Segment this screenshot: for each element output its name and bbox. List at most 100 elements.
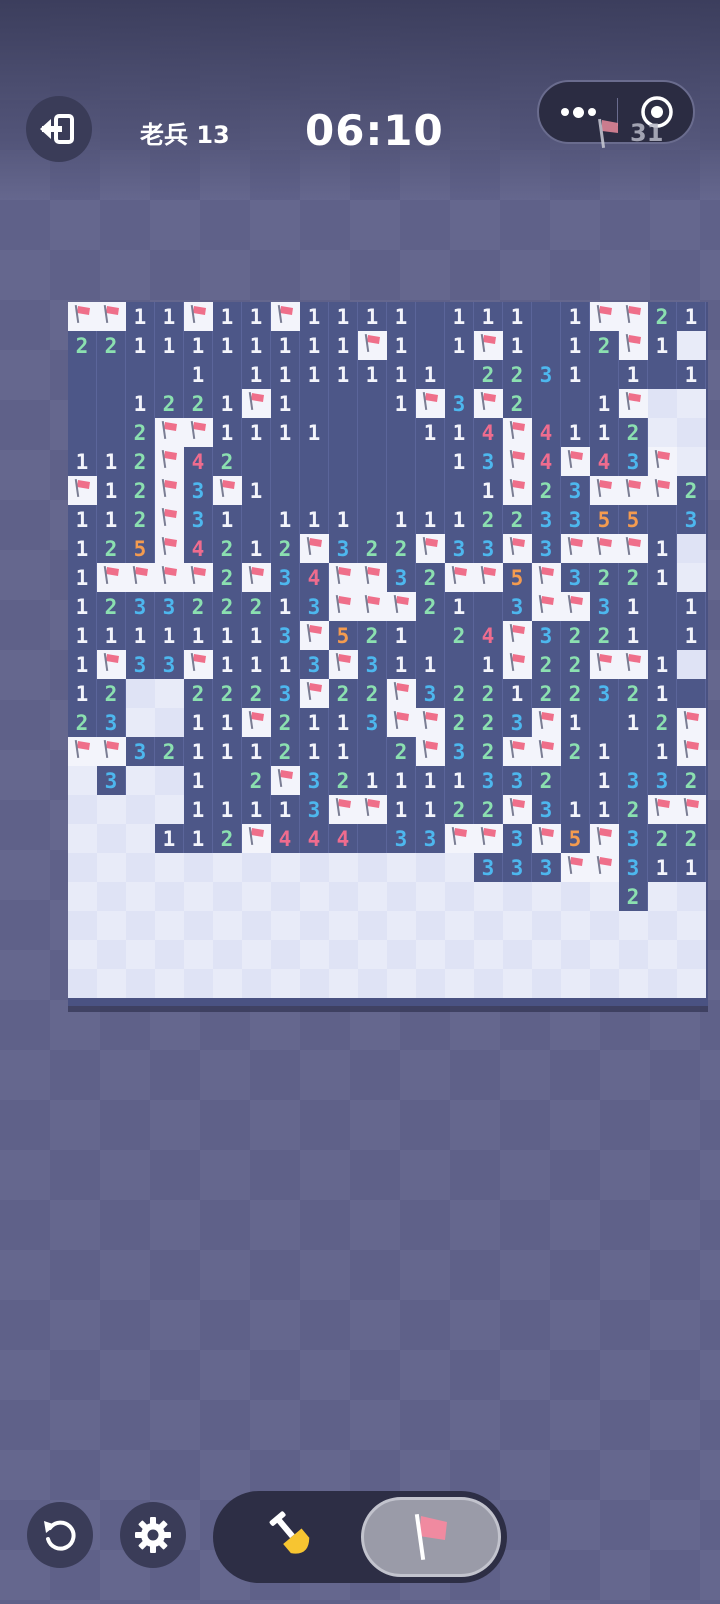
hidden-cell[interactable] [677,911,706,940]
hidden-cell[interactable] [677,331,706,360]
flagged-cell[interactable] [242,389,271,418]
number-cell[interactable]: 1 [271,418,300,447]
flagged-cell[interactable] [271,302,300,331]
number-cell[interactable]: 3 [648,766,677,795]
hidden-cell[interactable] [532,911,561,940]
number-cell[interactable]: 3 [387,563,416,592]
number-cell[interactable]: 3 [184,505,213,534]
flagged-cell[interactable] [474,563,503,592]
number-cell[interactable]: 1 [242,534,271,563]
hidden-cell[interactable] [590,911,619,940]
flagged-cell[interactable] [503,476,532,505]
dig-mode-button[interactable] [223,1497,363,1577]
number-cell[interactable]: 2 [155,737,184,766]
hidden-cell[interactable] [126,795,155,824]
hidden-cell[interactable] [503,882,532,911]
hidden-cell[interactable] [184,853,213,882]
number-cell[interactable]: 5 [329,621,358,650]
number-cell[interactable]: 2 [68,331,97,360]
number-cell[interactable]: 3 [97,708,126,737]
flagged-cell[interactable] [329,795,358,824]
flagged-cell[interactable] [184,302,213,331]
empty-cell[interactable] [97,360,126,389]
flagged-cell[interactable] [242,824,271,853]
empty-cell[interactable] [648,505,677,534]
number-cell[interactable]: 2 [474,505,503,534]
empty-cell[interactable] [358,447,387,476]
number-cell[interactable]: 3 [445,534,474,563]
number-cell[interactable]: 1 [300,418,329,447]
number-cell[interactable]: 1 [68,534,97,563]
hidden-cell[interactable] [329,911,358,940]
flagged-cell[interactable] [416,737,445,766]
number-cell[interactable]: 1 [358,360,387,389]
empty-cell[interactable] [213,360,242,389]
number-cell[interactable]: 4 [474,418,503,447]
empty-cell[interactable] [68,389,97,418]
flagged-cell[interactable] [329,650,358,679]
number-cell[interactable]: 2 [590,621,619,650]
flagged-cell[interactable] [590,824,619,853]
empty-cell[interactable] [387,418,416,447]
empty-cell[interactable] [329,476,358,505]
flagged-cell[interactable] [445,824,474,853]
empty-cell[interactable] [416,331,445,360]
number-cell[interactable]: 3 [561,505,590,534]
number-cell[interactable]: 2 [358,621,387,650]
empty-cell[interactable] [590,708,619,737]
number-cell[interactable]: 1 [387,766,416,795]
hidden-cell[interactable] [387,969,416,998]
number-cell[interactable]: 1 [213,389,242,418]
number-cell[interactable]: 3 [126,650,155,679]
flagged-cell[interactable] [358,331,387,360]
number-cell[interactable]: 1 [416,418,445,447]
number-cell[interactable]: 1 [242,650,271,679]
number-cell[interactable]: 1 [445,331,474,360]
number-cell[interactable]: 2 [619,418,648,447]
hidden-cell[interactable] [561,940,590,969]
hidden-cell[interactable] [445,969,474,998]
hidden-cell[interactable] [97,795,126,824]
flagged-cell[interactable] [503,795,532,824]
empty-cell[interactable] [358,418,387,447]
number-cell[interactable]: 2 [416,592,445,621]
number-cell[interactable]: 2 [97,534,126,563]
number-cell[interactable]: 2 [503,389,532,418]
hidden-cell[interactable] [358,853,387,882]
hidden-cell[interactable] [213,882,242,911]
empty-cell[interactable] [300,476,329,505]
hidden-cell[interactable] [445,853,474,882]
number-cell[interactable]: 1 [300,331,329,360]
number-cell[interactable]: 3 [445,737,474,766]
empty-cell[interactable] [416,447,445,476]
hidden-cell[interactable] [300,882,329,911]
flagged-cell[interactable] [619,331,648,360]
number-cell[interactable]: 1 [242,331,271,360]
number-cell[interactable]: 2 [561,737,590,766]
number-cell[interactable]: 1 [126,302,155,331]
flagged-cell[interactable] [532,563,561,592]
number-cell[interactable]: 1 [648,331,677,360]
empty-cell[interactable] [532,302,561,331]
hidden-cell[interactable] [68,882,97,911]
number-cell[interactable]: 3 [590,679,619,708]
number-cell[interactable]: 2 [619,795,648,824]
number-cell[interactable]: 1 [474,302,503,331]
hidden-cell[interactable] [619,969,648,998]
flagged-cell[interactable] [213,476,242,505]
flagged-cell[interactable] [474,824,503,853]
number-cell[interactable]: 1 [97,447,126,476]
number-cell[interactable]: 2 [532,650,561,679]
number-cell[interactable]: 1 [445,766,474,795]
number-cell[interactable]: 1 [648,679,677,708]
empty-cell[interactable] [619,737,648,766]
empty-cell[interactable] [561,766,590,795]
number-cell[interactable]: 2 [387,737,416,766]
hidden-cell[interactable] [648,389,677,418]
hidden-cell[interactable] [300,969,329,998]
number-cell[interactable]: 1 [213,331,242,360]
flagged-cell[interactable] [648,795,677,824]
empty-cell[interactable] [358,389,387,418]
hidden-cell[interactable] [387,853,416,882]
number-cell[interactable]: 1 [619,360,648,389]
